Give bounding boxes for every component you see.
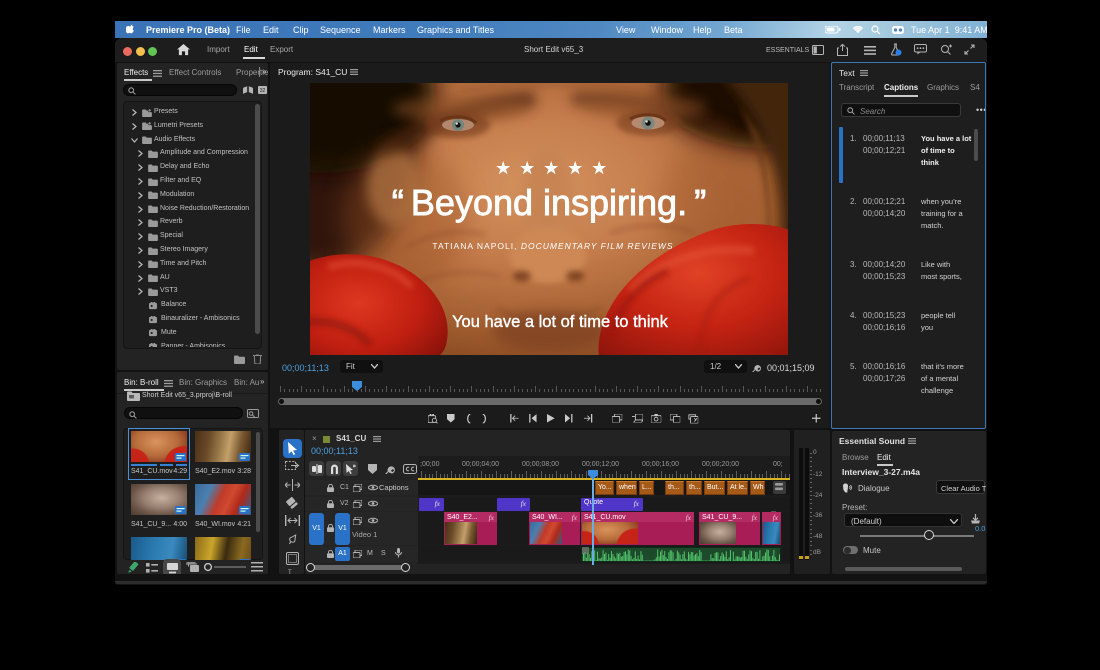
svg-text:“ Beyond inspiring. ”: “ Beyond inspiring. ” xyxy=(392,182,707,223)
svg-text:T: T xyxy=(288,570,292,574)
svg-text:32: 32 xyxy=(260,88,266,94)
svg-text:TATIANA NAPOLI, DOCUMENTARY FI: TATIANA NAPOLI, DOCUMENTARY FILM REVIEWS xyxy=(432,241,673,251)
svg-text:You have a lot of time to thin: You have a lot of time to think xyxy=(452,313,669,331)
